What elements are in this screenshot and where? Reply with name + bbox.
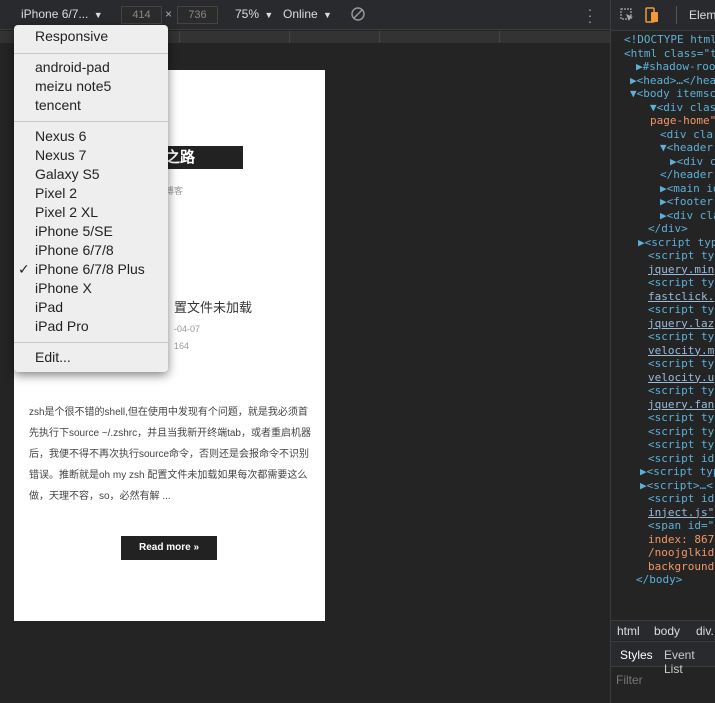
dom-node-line[interactable]: ▼<header i bbox=[660, 141, 715, 155]
ruler-segment bbox=[290, 31, 380, 43]
menu-item-nexus-7[interactable]: Nexus 7 bbox=[35, 146, 86, 165]
dom-node-line[interactable]: ▼<body itemsc bbox=[630, 87, 715, 101]
network-label: Online bbox=[283, 7, 318, 21]
menu-item-iphone-5-se[interactable]: iPhone 5/SE bbox=[35, 222, 113, 241]
dom-node-line[interactable]: <script ty bbox=[648, 303, 714, 317]
dom-node-line[interactable]: page-home" bbox=[650, 114, 715, 128]
ruler-segment bbox=[180, 31, 290, 43]
dom-node-line[interactable]: inject.js" bbox=[648, 506, 714, 520]
dom-node-line[interactable]: <!DOCTYPE html bbox=[624, 33, 715, 47]
device-select-label: iPhone 6/7... bbox=[21, 7, 89, 21]
ruler-segment bbox=[380, 31, 500, 43]
post-views: 164 bbox=[174, 341, 190, 351]
dom-node-line[interactable]: <script ty bbox=[648, 276, 714, 290]
zoom-select[interactable]: 75% ▼ bbox=[235, 7, 273, 21]
read-more-button[interactable]: Read more » bbox=[121, 536, 217, 560]
devtools-tabbar: Eleme bbox=[611, 0, 715, 31]
dom-node-line[interactable]: velocity.m bbox=[648, 344, 714, 358]
dom-node-line[interactable]: <script ty bbox=[648, 357, 714, 371]
menu-item-galaxy-s5[interactable]: Galaxy S5 bbox=[35, 165, 100, 184]
dom-node-line[interactable]: <html class="t bbox=[624, 47, 715, 61]
devtools-panel: Eleme <!DOCTYPE html<html class="t▶#shad… bbox=[610, 0, 715, 703]
menu-separator bbox=[14, 53, 168, 54]
dom-node-line[interactable]: </header bbox=[660, 168, 713, 182]
dom-node-line[interactable]: ▶<head>…</hea bbox=[630, 74, 715, 88]
dom-node-line[interactable]: </div> bbox=[648, 222, 688, 236]
dom-node-line[interactable]: <script ty bbox=[648, 249, 714, 263]
dom-node-line[interactable]: background bbox=[648, 560, 714, 574]
menu-item-pixel-2[interactable]: Pixel 2 bbox=[35, 184, 77, 203]
dom-node-line[interactable]: ▶#shadow-root bbox=[636, 60, 715, 74]
rotate-icon[interactable] bbox=[350, 6, 366, 22]
styles-filter-input[interactable]: Filter bbox=[616, 673, 643, 687]
tab-event-listeners[interactable]: Event List bbox=[664, 648, 715, 676]
chevron-down-icon: ▼ bbox=[93, 10, 103, 20]
dom-node-line[interactable]: ▶<script typ bbox=[640, 465, 715, 479]
site-title[interactable]: 之路 bbox=[157, 146, 243, 169]
menu-item-edit[interactable]: Edit... bbox=[35, 348, 71, 367]
chevron-down-icon: ▼ bbox=[264, 10, 274, 20]
dom-node-line[interactable]: <script ty bbox=[648, 425, 714, 439]
dom-node-line[interactable]: <script id bbox=[648, 492, 714, 506]
menu-item-android-pad[interactable]: android-pad bbox=[35, 58, 110, 77]
breadcrumb: html body div. bbox=[611, 620, 715, 640]
dimension-separator: × bbox=[165, 7, 173, 21]
device-dropdown-menu: Responsive android-pad meizu note5 tence… bbox=[14, 25, 168, 372]
dom-node-line[interactable]: ▶<script typ bbox=[638, 236, 715, 250]
device-select[interactable]: iPhone 6/7... ▼ bbox=[21, 7, 103, 21]
post-excerpt: zsh是个很不错的shell,但在使用中发现有个问题，就是我必须首先执行下sou… bbox=[29, 407, 311, 502]
menu-separator bbox=[14, 121, 168, 122]
menu-item-ipad-pro[interactable]: iPad Pro bbox=[35, 317, 89, 336]
zoom-label: 75% bbox=[235, 7, 260, 21]
menu-item-iphone-6-7-8[interactable]: iPhone 6/7/8 bbox=[35, 241, 114, 260]
chevron-down-icon: ▼ bbox=[323, 10, 332, 20]
dom-node-line[interactable]: jquery.min bbox=[648, 263, 714, 277]
device-toolbar-icon[interactable] bbox=[645, 7, 659, 23]
dom-node-line[interactable]: jquery.laz bbox=[648, 317, 714, 331]
dom-node-line[interactable]: velocity.u bbox=[648, 371, 714, 385]
post-date: -04-07 bbox=[174, 324, 201, 334]
menu-separator bbox=[14, 342, 168, 343]
network-throttle-select[interactable]: Online ▼ bbox=[283, 7, 332, 21]
menu-item-pixel-2-xl[interactable]: Pixel 2 XL bbox=[35, 203, 98, 222]
height-input[interactable]: 736 bbox=[177, 6, 218, 24]
dom-node-line[interactable]: <script ty bbox=[648, 330, 714, 344]
styles-tabbar: Styles Event List bbox=[611, 641, 715, 676]
menu-item-meizu-note5[interactable]: meizu note5 bbox=[35, 77, 111, 96]
tab-elements[interactable]: Eleme bbox=[689, 8, 715, 22]
dom-node-line[interactable]: <script ty bbox=[648, 384, 714, 398]
checkmark-icon: ✓ bbox=[18, 261, 30, 277]
dom-node-line[interactable]: index: 867 bbox=[648, 533, 714, 547]
toolbar-divider bbox=[676, 6, 677, 24]
crumb-body[interactable]: body bbox=[654, 624, 680, 638]
dom-node-line[interactable]: ▶<footer i bbox=[660, 195, 715, 209]
dom-node-line[interactable]: <span id=" bbox=[648, 519, 714, 533]
menu-item-iphone-x[interactable]: iPhone X bbox=[35, 279, 92, 298]
dom-node-line[interactable]: <script ty bbox=[648, 438, 714, 452]
dom-node-line[interactable]: ▼<div class bbox=[650, 101, 715, 115]
dom-node-line[interactable]: ▶<script>…< bbox=[640, 479, 713, 493]
dom-node-line[interactable]: fastclick. bbox=[648, 290, 714, 304]
menu-item-tencent[interactable]: tencent bbox=[35, 96, 81, 115]
dom-node-line[interactable]: </body> bbox=[636, 573, 682, 587]
width-input[interactable]: 414 bbox=[121, 6, 162, 24]
dom-node-line[interactable]: ▶<div cl bbox=[670, 155, 715, 169]
dom-node-line[interactable]: ▶<div cla bbox=[660, 209, 715, 223]
menu-item-responsive[interactable]: Responsive bbox=[35, 27, 108, 46]
dom-node-line[interactable]: <div cla bbox=[660, 128, 713, 142]
menu-item-ipad[interactable]: iPad bbox=[35, 298, 63, 317]
menu-item-iphone-6-7-8-plus[interactable]: iPhone 6/7/8 Plus bbox=[35, 260, 145, 279]
dom-node-line[interactable]: <script id bbox=[648, 452, 714, 466]
inspect-element-icon[interactable] bbox=[620, 8, 634, 22]
dom-node-line[interactable]: ▶<main id= bbox=[660, 182, 715, 196]
menu-item-nexus-6[interactable]: Nexus 6 bbox=[35, 127, 86, 146]
tab-styles[interactable]: Styles bbox=[620, 648, 653, 662]
dom-node-line[interactable]: /noojglkid bbox=[648, 546, 714, 560]
crumb-html[interactable]: html bbox=[617, 624, 640, 638]
more-options-icon[interactable]: · · · bbox=[586, 2, 594, 28]
post-title[interactable]: 置文件未加载 bbox=[174, 297, 252, 316]
dom-node-line[interactable]: jquery.fan bbox=[648, 398, 714, 412]
crumb-div[interactable]: div. bbox=[696, 624, 714, 638]
dom-node-line[interactable]: <script ty bbox=[648, 411, 714, 425]
